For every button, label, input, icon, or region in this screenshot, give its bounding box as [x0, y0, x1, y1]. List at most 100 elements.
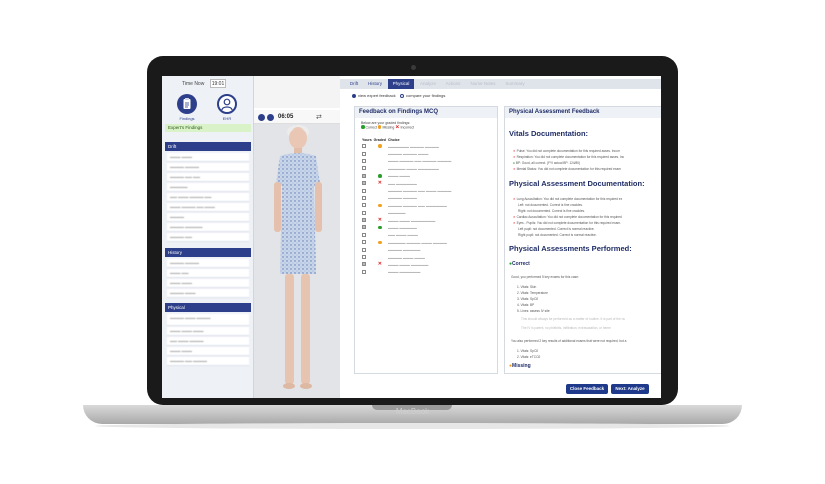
view-expert-radio[interactable] [352, 93, 356, 98]
close-feedback-button[interactable]: Close Feedback [566, 384, 608, 394]
tab-summary[interactable]: Summary [502, 79, 528, 89]
play-icon[interactable] [267, 114, 274, 121]
mcq-checkbox[interactable] [362, 144, 366, 149]
mcq-row: ✕ ▬▬ ▬▬▬▬▬▬ [361, 180, 452, 187]
mcq-checkbox[interactable] [362, 269, 366, 274]
missing-dot-icon [378, 144, 382, 148]
sidebar-item[interactable]: ▬▬▬▬ ▬▬▬▬▬ [167, 223, 249, 232]
tab-physical[interactable]: Physical [388, 79, 414, 89]
sidebar-item[interactable]: ▬▬▬ ▬▬▬▬ ▬▬ ▬▬▬ [167, 203, 249, 212]
mcq-checkbox[interactable] [362, 158, 366, 163]
mcq-choice: ▬▬▬ ▬▬▬ ▬▬▬▬▬ [387, 262, 429, 267]
next-analyze-button[interactable]: Next: Analyze [611, 384, 649, 394]
tab-actions[interactable]: Actions [442, 79, 464, 89]
sidebar-item[interactable]: ▬▬▬▬ ▬▬ ▬▬ [167, 173, 249, 182]
incorrect-x-icon: ✕ [395, 124, 400, 131]
sidebar-group-drift[interactable]: Drift [165, 142, 251, 151]
sidebar-item[interactable]: ▬▬▬▬ ▬▬▬ ▬▬▬▬ [167, 314, 249, 326]
mcq-row: ▬▬▬▬▬ [361, 210, 452, 217]
vitals-line: ✕ Pulse: You did not complete documentat… [513, 149, 620, 153]
mcq-checkbox[interactable] [362, 218, 366, 223]
patient-figure [254, 124, 340, 398]
note-line: The IV is patent, no phlebitis, infiltra… [521, 326, 611, 330]
app-screen: Time Now 19:01 Findings EHR Expert's Fin… [162, 76, 661, 398]
sidebar-item[interactable]: ▬▬▬ ▬▬▬ ▬▬▬ [167, 327, 249, 336]
time-now-label: Time Now [182, 81, 205, 87]
mcq-checkbox[interactable] [362, 210, 366, 215]
sidebar-item[interactable]: ▬▬▬ ▬▬▬ [167, 347, 249, 356]
mcq-checkbox[interactable] [362, 188, 366, 193]
mcq-row: ▬▬▬▬ ▬▬▬ ▬▬▬ [361, 254, 452, 261]
mcq-rows: ▬▬▬▬▬▬ ▬▬▬▬ ▬▬▬▬ ▬▬▬▬ ▬▬▬▬ ▬▬▬ ▬▬▬ ▬▬▬▬ ▬▬… [361, 143, 452, 276]
sidebar-item[interactable]: ▬▬▬▬ ▬▬▬▬ [167, 259, 249, 268]
mcq-checkbox[interactable] [362, 225, 366, 230]
tab-analyze[interactable]: Analyze [416, 79, 440, 89]
mcq-checkbox[interactable] [362, 195, 366, 200]
avatar-top-area [254, 76, 340, 108]
correct-subheading: ●Correct [509, 261, 530, 267]
mute-icon[interactable] [258, 114, 265, 121]
sidebar-item[interactable]: ▬▬▬ ▬▬▬ [167, 279, 249, 288]
incorrect-x-icon: ✕ [377, 180, 382, 187]
mcq-checkbox[interactable] [362, 247, 366, 252]
key-exam: 1. Vitals: Skin [517, 285, 537, 289]
view-expert-label: view expert feedback [358, 93, 396, 98]
patient-avatar-panel: 06:05 ⇄ [254, 76, 340, 398]
mcq-checkbox[interactable] [362, 240, 366, 245]
sidebar-item[interactable]: ▬▬▬▬ [167, 213, 249, 222]
tab-nurse-notes[interactable]: Nurse Notes [466, 79, 500, 89]
mcq-checkbox[interactable] [362, 173, 366, 178]
key-exam: 4. Vitals: BP [517, 303, 535, 307]
mcq-table: Yours Graded Choice ▬▬▬▬▬▬ ▬▬▬▬ ▬▬▬▬ ▬▬▬▬… [361, 137, 452, 276]
mcq-row: ▬▬▬ ▬▬▬▬▬ [361, 224, 452, 231]
mcq-row: ✕ ▬▬▬ ▬▬▬ ▬▬▬▬▬ [361, 261, 452, 268]
tab-drift[interactable]: Drift [346, 79, 362, 89]
laptop-brand: MacBook [395, 407, 430, 416]
sidebar-item[interactable]: ▬▬▬ ▬▬ [167, 269, 249, 278]
ehr-person-icon[interactable] [217, 94, 237, 114]
content-area: Drift History Physical Analyze Actions N… [340, 76, 661, 398]
mcq-checkbox[interactable] [362, 262, 366, 267]
pad-line: Right pupil: not documented. Correct is … [518, 233, 597, 237]
mcq-checkbox[interactable] [362, 166, 366, 171]
mcq-feedback-panel: Feedback on Findings MCQ Below are your … [354, 106, 498, 374]
expert-findings-header[interactable]: Expert's Findings [165, 124, 251, 132]
mcq-row: ▬▬▬▬▬▬ ▬▬▬▬ ▬▬▬▬ [361, 143, 452, 150]
mcq-choice: ▬▬▬ ▬▬▬▬▬▬ [387, 270, 421, 275]
mcq-row: ✕ ▬▬▬ ▬▬▬ ▬▬▬▬▬▬▬ [361, 217, 452, 224]
sidebar-item[interactable]: ▬▬▬▬ ▬▬▬▬ [167, 163, 249, 172]
mcq-checkbox[interactable] [362, 255, 366, 260]
compare-label: compare your findings [406, 93, 446, 98]
pad-line: Left pupil: not documented. Correct is n… [518, 227, 595, 231]
also-line: You also performed 2 key results of addi… [511, 339, 627, 343]
tab-history[interactable]: History [364, 79, 386, 89]
mcq-row: ▬▬▬▬ ▬▬▬▬ ▬▬▬ [361, 150, 452, 157]
sidebar-group-history[interactable]: History [165, 248, 251, 257]
patient-position-icon[interactable]: ⇄ [316, 113, 322, 121]
pad-line: Right: not documented. Correct is fine c… [518, 209, 585, 213]
mcq-checkbox[interactable] [362, 151, 366, 156]
correct-dot-icon [378, 174, 382, 178]
sidebar-item[interactable]: ▬▬▬ ▬▬▬ [167, 153, 249, 162]
mcq-choice: ▬▬▬▬ ▬▬▬▬ ▬▬ ▬▬▬▬▬▬ [387, 203, 447, 208]
sidebar-item[interactable]: ▬▬ ▬▬▬ ▬▬▬▬ ▬▬ [167, 193, 249, 202]
mcq-checkbox[interactable] [362, 232, 366, 237]
sidebar-item[interactable]: ▬▬▬▬ ▬▬ ▬▬▬▬ [167, 357, 249, 366]
compare-radio[interactable] [400, 93, 405, 98]
sidebar-item[interactable]: ▬▬▬▬ ▬▬▬ [167, 289, 249, 298]
sidebar-group-physical[interactable]: Physical [165, 303, 251, 312]
physical-assessment-feedback-panel: Physical Assessment Feedback Vitals Docu… [504, 106, 661, 374]
mcq-row: ▬▬▬ ▬▬▬▬ ▬▬ ▬▬▬▬ ▬▬▬▬ [361, 158, 452, 165]
mcq-checkbox[interactable] [362, 203, 366, 208]
incorrect-x-icon: ✕ [377, 261, 382, 268]
mcq-checkbox[interactable] [362, 181, 366, 186]
mcq-choice: ▬▬▬▬ ▬▬▬▬ ▬▬▬ [387, 152, 429, 157]
sidebar-item[interactable]: ▬▬▬▬ ▬▬ [167, 233, 249, 242]
legend-missing: Missing [382, 125, 395, 130]
ehr-label: EHR [222, 116, 232, 121]
missing-dot-icon [378, 240, 382, 245]
findings-clipboard-icon[interactable] [177, 94, 197, 114]
sidebar-item[interactable]: ▬▬ ▬▬▬ ▬▬▬▬ [167, 337, 249, 346]
mcq-title: Feedback on Findings MCQ [355, 107, 497, 118]
sidebar-item[interactable]: ▬▬▬▬▬ [167, 183, 249, 192]
